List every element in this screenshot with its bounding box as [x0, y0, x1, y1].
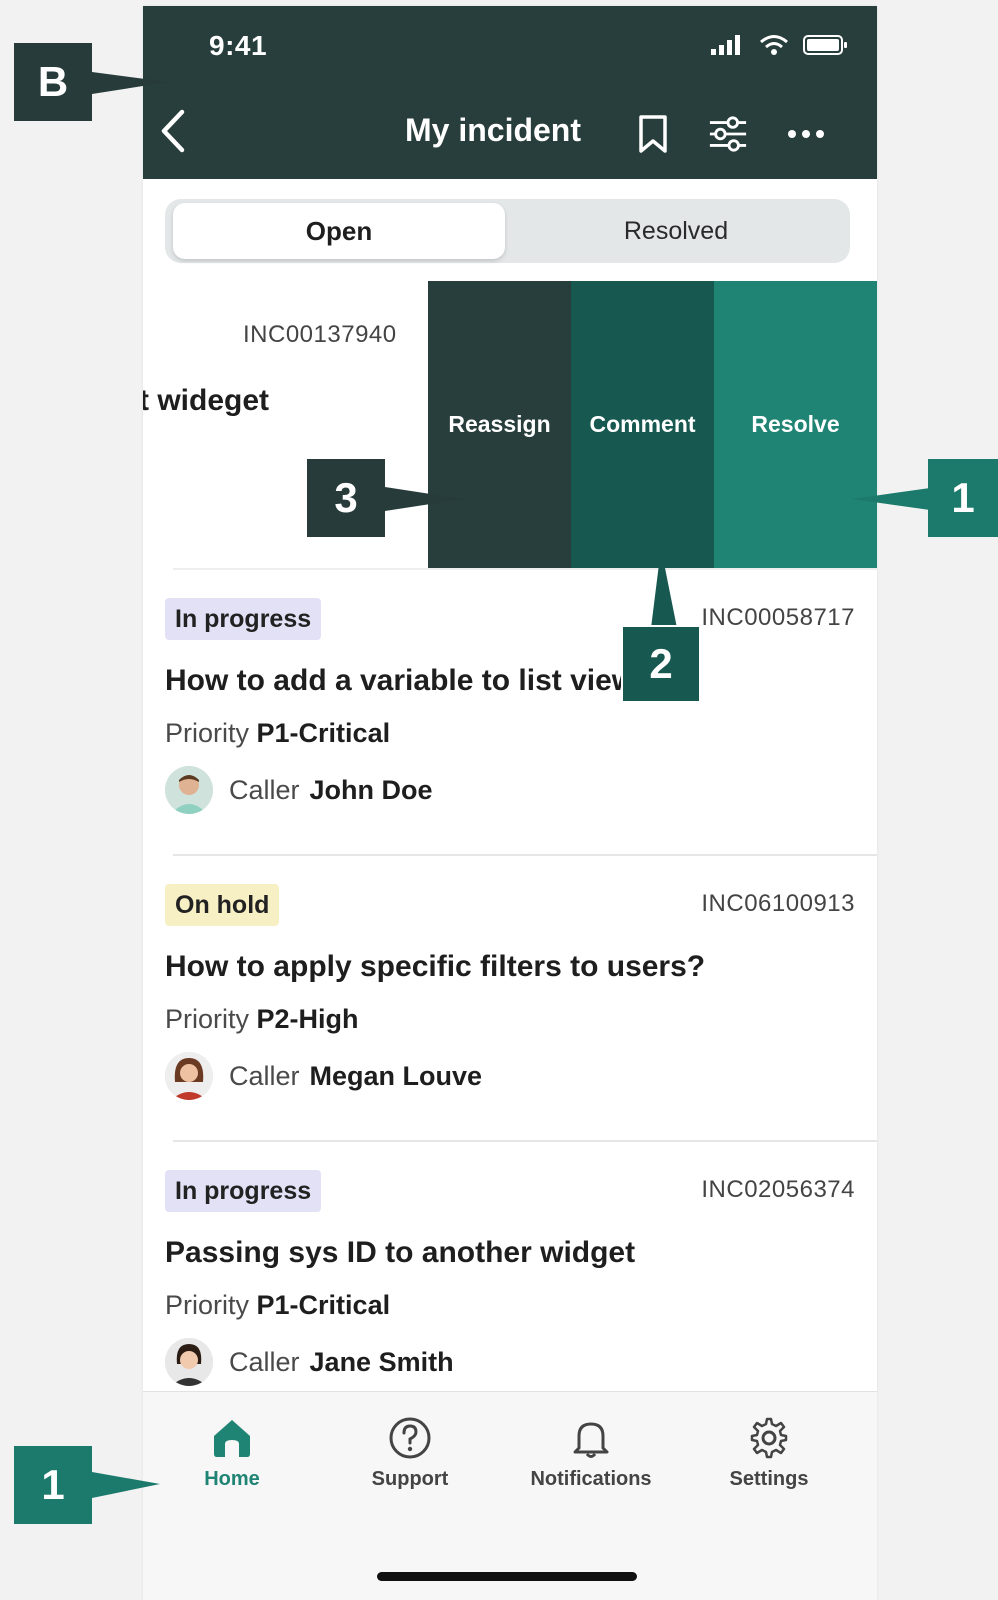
nav-support[interactable]: Support	[335, 1416, 485, 1491]
nav-settings[interactable]: Settings	[694, 1416, 844, 1491]
incident-title: How to apply specific filters to users?	[165, 950, 706, 983]
avatar	[165, 1338, 213, 1386]
status-segmented-control: Open Resolved	[165, 199, 850, 263]
status-badge: In progress	[165, 1170, 322, 1212]
incident-card[interactable]: On hold INC06100913 How to apply specifi…	[143, 854, 877, 1140]
home-icon	[214, 1420, 250, 1457]
wifi-icon	[760, 35, 788, 55]
avatar	[165, 1052, 213, 1100]
nav-notifications[interactable]: Notifications	[516, 1416, 666, 1491]
callout-3: 3	[307, 459, 385, 537]
priority-value: P2-High	[256, 1004, 359, 1034]
nav-label: Home	[204, 1468, 260, 1490]
app-header: 9:41 My incident	[143, 6, 877, 179]
callout-1-bottom: 1	[14, 1446, 92, 1524]
segment-open[interactable]: Open	[173, 203, 505, 259]
incident-title: t wideget	[143, 384, 270, 417]
divider	[173, 568, 877, 570]
caller-name: John Doe	[309, 774, 433, 805]
caller-name: Jane Smith	[309, 1346, 454, 1377]
caller-label: Caller	[229, 1346, 300, 1377]
filter-sliders-icon	[709, 116, 747, 152]
incident-number: INC02056374	[701, 1176, 855, 1203]
bell-icon	[573, 1422, 609, 1458]
incident-caller: Caller John Doe	[165, 766, 433, 814]
status-icons	[709, 34, 849, 56]
signal-icon	[711, 35, 740, 55]
incident-caller: Caller Megan Louve	[165, 1052, 482, 1100]
page-title: My incident	[404, 112, 581, 148]
gear-icon	[750, 1417, 788, 1459]
bookmark-button[interactable]	[633, 112, 673, 156]
phone-screen: 9:41 My incident Open Resolved INC001379…	[143, 6, 877, 1600]
incident-card[interactable]: In progress INC02056374 Passing sys ID t…	[143, 1140, 877, 1426]
incident-number: INC00058717	[701, 604, 855, 631]
swiped-incident-row[interactable]: INC00137940 t wideget Reassign Comment R…	[143, 281, 877, 568]
resolve-action-button[interactable]: Resolve	[714, 281, 877, 568]
bottom-navigation: Home Support Notifications Settings	[143, 1391, 877, 1600]
divider	[173, 1140, 877, 1142]
callout-2: 2	[621, 625, 701, 703]
status-badge: In progress	[165, 598, 322, 640]
callout-b: B	[14, 43, 92, 121]
incident-title: How to add a variable to list views	[165, 664, 652, 697]
priority-value: P1-Critical	[256, 718, 391, 748]
back-button[interactable]	[153, 106, 193, 156]
filter-button[interactable]	[708, 112, 748, 156]
incident-title: Passing sys ID to another widget	[165, 1236, 636, 1269]
more-dots-icon	[788, 130, 824, 138]
caller-label: Caller	[229, 1060, 300, 1091]
callout-1-top: 1	[928, 459, 998, 537]
caller-label: Caller	[229, 774, 300, 805]
incident-number: INC00137940	[243, 321, 397, 348]
nav-home[interactable]: Home	[157, 1416, 307, 1491]
incident-priority: Priority P2-High	[165, 1004, 359, 1035]
comment-action-button[interactable]: Comment	[571, 281, 714, 568]
status-time: 9:41	[209, 30, 268, 61]
status-badge: On hold	[165, 884, 280, 926]
segment-resolved[interactable]: Resolved	[510, 203, 842, 259]
reassign-action-button[interactable]: Reassign	[428, 281, 571, 568]
nav-label: Support	[371, 1468, 449, 1490]
incident-priority: Priority P1-Critical	[165, 1290, 390, 1321]
priority-label: Priority	[165, 1290, 250, 1320]
bookmark-icon	[639, 115, 667, 153]
more-button[interactable]	[786, 112, 826, 156]
battery-icon	[803, 35, 847, 55]
back-chevron-icon	[161, 109, 185, 153]
nav-label: Notifications	[530, 1468, 652, 1490]
incident-caller: Caller Jane Smith	[165, 1338, 454, 1386]
incident-priority: Priority P1-Critical	[165, 718, 390, 749]
incident-card[interactable]: In progress INC00058717 How to add a var…	[143, 568, 877, 854]
incident-number: INC06100913	[701, 890, 855, 917]
priority-value: P1-Critical	[256, 1290, 391, 1320]
question-circle-icon	[389, 1417, 431, 1459]
home-indicator	[377, 1572, 637, 1581]
priority-label: Priority	[165, 1004, 250, 1034]
avatar	[165, 766, 213, 814]
nav-label: Settings	[729, 1468, 809, 1490]
divider	[173, 854, 877, 856]
priority-label: Priority	[165, 718, 250, 748]
caller-name: Megan Louve	[309, 1060, 483, 1091]
